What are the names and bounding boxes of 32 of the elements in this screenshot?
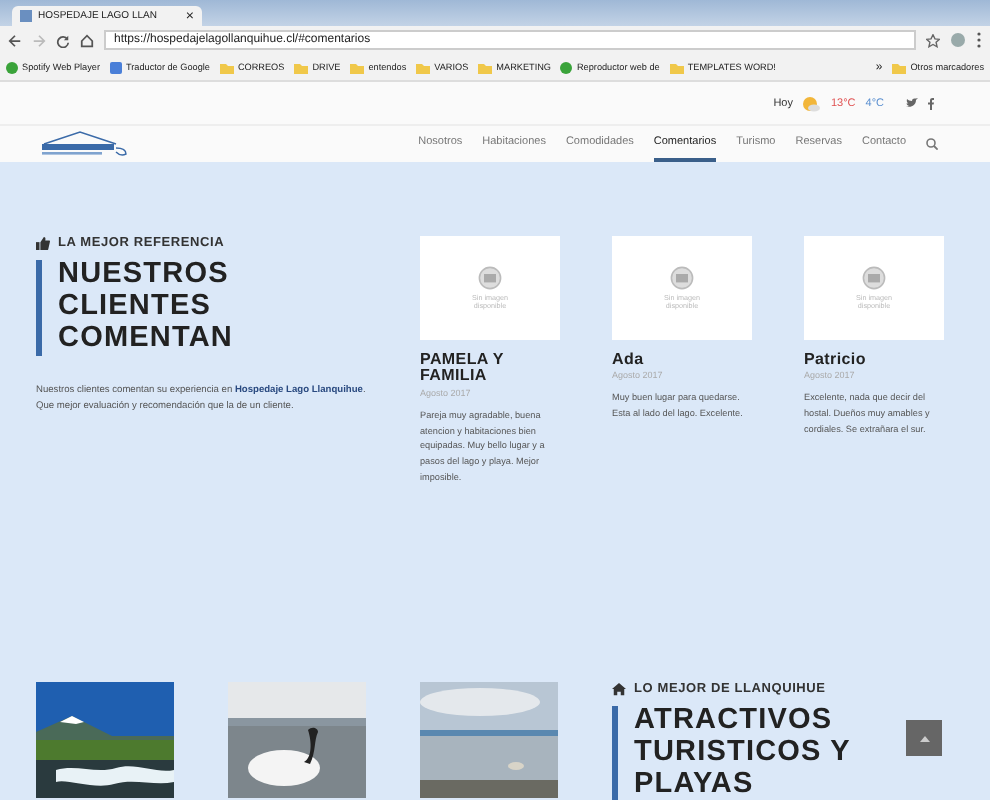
weather-icon <box>802 95 821 111</box>
reload-icon[interactable] <box>56 33 70 47</box>
thumbs-up-icon <box>36 236 50 250</box>
folder-icon <box>294 61 309 73</box>
bird-icon[interactable] <box>906 98 918 108</box>
folder-icon <box>350 61 365 73</box>
menu-icon[interactable] <box>976 32 982 48</box>
translate-icon <box>109 61 122 73</box>
reviewer-name: PAMELA Y FAMILIA <box>420 352 506 386</box>
hotel-logo[interactable] <box>36 130 132 158</box>
section-heading: NUESTROS CLIENTES COMENTAN <box>36 260 378 356</box>
reviewer-name: Patricio <box>804 352 868 369</box>
house-icon <box>612 682 626 696</box>
folder-icon <box>416 61 431 73</box>
camera-icon <box>862 265 886 290</box>
reviewer-name: Ada <box>612 352 646 369</box>
search-icon[interactable] <box>926 138 938 150</box>
camera-icon <box>670 265 694 290</box>
back-icon[interactable] <box>8 33 22 47</box>
circle-icon <box>6 61 18 73</box>
circle-icon <box>560 61 573 73</box>
star-icon[interactable] <box>926 33 940 47</box>
caret-icon <box>919 735 929 741</box>
folder-icon <box>219 61 234 73</box>
folder-icon <box>892 61 907 73</box>
scroll-top-button[interactable] <box>906 720 942 756</box>
home-icon[interactable] <box>80 33 94 47</box>
camera-icon <box>478 265 502 290</box>
page-icon <box>20 10 32 22</box>
folder-icon <box>669 61 684 73</box>
folder-icon <box>478 61 493 73</box>
facebook-icon[interactable] <box>928 97 934 109</box>
